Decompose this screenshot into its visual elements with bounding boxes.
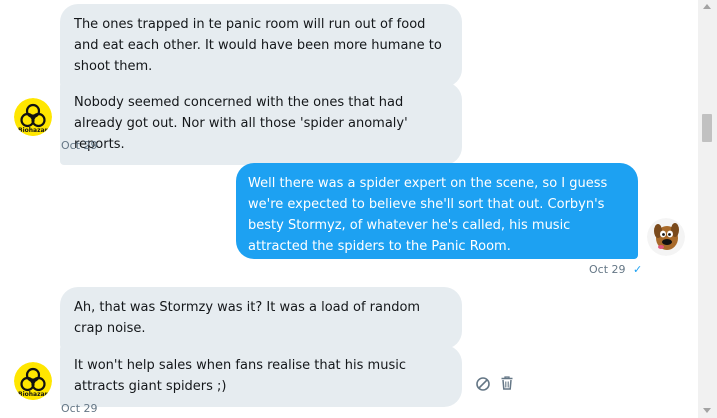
avatar-caption: Biohazar — [18, 391, 48, 398]
timestamp-text: Oct 29 — [61, 139, 98, 152]
scrollbar-track[interactable] — [698, 0, 717, 418]
message-text: It won't help sales when fans realise th… — [74, 358, 406, 394]
message-text: Ah, that was Stormzy was it? It was a lo… — [74, 300, 421, 336]
avatar-outgoing[interactable] — [647, 218, 685, 256]
message-bubble-incoming[interactable]: It won't help sales when fans realise th… — [60, 345, 462, 407]
message-bubble-incoming[interactable]: The ones trapped in te panic room will r… — [60, 4, 462, 87]
timestamp-text: Oct 29 — [61, 402, 98, 415]
message-timestamp: Oct 29 — [61, 402, 98, 415]
message-timestamp: Oct 29 — [61, 139, 98, 152]
avatar-caption: Biohazar — [18, 127, 48, 134]
scroll-down-arrow[interactable] — [703, 408, 711, 413]
message-text: Nobody seemed concerned with the ones th… — [74, 95, 408, 152]
message-timestamp-outgoing: Oct 29 ✓ — [589, 263, 642, 276]
scrollbar-thumb[interactable] — [702, 114, 712, 142]
message-bubble-incoming[interactable]: Nobody seemed concerned with the ones th… — [60, 82, 462, 165]
checkmark-icon: ✓ — [633, 263, 643, 276]
avatar-incoming[interactable]: Biohazar — [14, 362, 52, 400]
message-bubble-outgoing[interactable]: Well there was a spider expert on the sc… — [236, 163, 638, 259]
timestamp-text: Oct 29 — [589, 263, 626, 276]
avatar-incoming[interactable]: Biohazar — [14, 98, 52, 136]
scroll-up-arrow[interactable] — [703, 4, 711, 9]
message-text: Well there was a spider expert on the sc… — [248, 176, 608, 254]
scooby-doo-icon — [647, 218, 685, 256]
block-icon[interactable] — [475, 376, 491, 392]
trash-icon[interactable] — [499, 375, 515, 391]
message-bubble-incoming[interactable]: Ah, that was Stormzy was it? It was a lo… — [60, 287, 462, 349]
message-text: The ones trapped in te panic room will r… — [74, 17, 442, 74]
